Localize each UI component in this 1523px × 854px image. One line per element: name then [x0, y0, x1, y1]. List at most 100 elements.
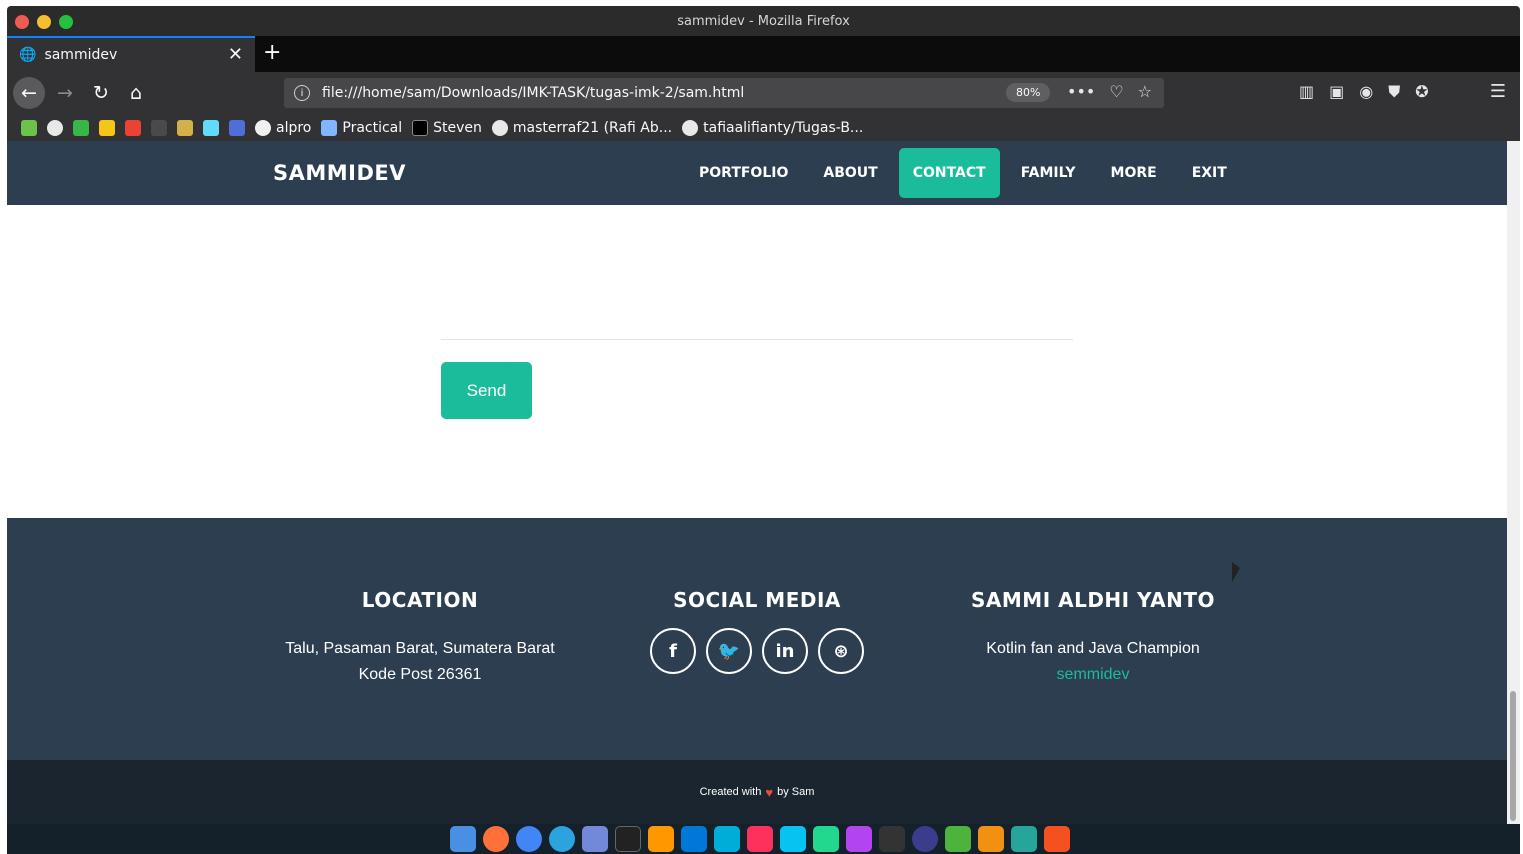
close-window-button[interactable] — [15, 15, 29, 29]
nav-contact[interactable]: CONTACT — [898, 148, 1000, 198]
finder-icon[interactable] — [450, 826, 476, 852]
bookmark-star-icon[interactable]: ☆ — [1138, 82, 1152, 101]
window-titlebar: sammidev - Mozilla Firefox — [7, 6, 1520, 36]
zoom-level-badge[interactable]: 80% — [1006, 83, 1051, 102]
copyright-suffix: by Sam — [777, 786, 815, 798]
footer-social: SOCIAL MEDIA f 🐦 in ⊛ — [592, 588, 922, 674]
window-frame — [0, 0, 7, 854]
nav-exit[interactable]: EXIT — [1178, 148, 1241, 198]
jetbrains-toolbox-icon[interactable] — [879, 826, 905, 852]
bookmark-item[interactable]: masterraf21 (Rafi Ab... — [491, 119, 672, 136]
info-icon[interactable]: i — [294, 85, 310, 101]
nav-about[interactable]: ABOUT — [809, 148, 891, 198]
intellij-icon[interactable] — [747, 826, 773, 852]
mongodb-icon[interactable] — [945, 826, 971, 852]
library-icon[interactable]: ▥ — [1299, 82, 1314, 102]
back-button[interactable]: ← — [13, 77, 45, 109]
heart-icon: ♥ — [765, 784, 774, 800]
reload-button[interactable]: ↻ — [87, 79, 115, 107]
footer-location-title: LOCATION — [361, 588, 479, 612]
extension-icon[interactable]: ✪ — [1415, 82, 1428, 102]
globe-icon: 🌐 — [19, 47, 37, 63]
page-scrollbar[interactable] — [1507, 141, 1520, 824]
footer-location: LOCATION Talu, Pasaman Barat, Sumatera B… — [255, 588, 585, 688]
footer-about-title: SAMMI ALDHI YANTO — [971, 588, 1215, 612]
dbeaver-icon[interactable] — [978, 826, 1004, 852]
dev-icon — [412, 119, 429, 136]
feather-icon — [321, 119, 338, 136]
window-title: sammidev - Mozilla Firefox — [677, 13, 850, 29]
mouse-cursor-icon — [1232, 562, 1240, 582]
firefox-icon[interactable] — [483, 826, 509, 852]
page-actions-icon[interactable]: ••• — [1067, 82, 1095, 101]
bookmark-leaf-icon[interactable] — [21, 119, 37, 136]
bookmark-hex-icon[interactable] — [203, 119, 219, 136]
scrollbar-thumb[interactable] — [1510, 691, 1516, 821]
forward-button[interactable]: → — [51, 79, 79, 107]
bookmark-infinity-icon[interactable] — [229, 119, 245, 136]
browser-toolbar: ← → ↻ ⌂ i file:///home/sam/Downloads/IMK… — [7, 72, 1520, 114]
bookmark-item[interactable]: alpro — [255, 119, 311, 136]
sublime-icon[interactable] — [648, 826, 674, 852]
bookmark-dw-icon[interactable] — [151, 119, 167, 136]
chrome-icon[interactable] — [516, 826, 542, 852]
datagrip-icon[interactable] — [813, 826, 839, 852]
ublock-icon[interactable]: ⛊ — [1388, 82, 1400, 102]
minimize-window-button[interactable] — [37, 15, 51, 29]
site-footer: LOCATION Talu, Pasaman Barat, Sumatera B… — [7, 518, 1507, 760]
nav-family[interactable]: FAMILY — [1007, 148, 1090, 198]
dribbble-icon[interactable]: ⊛ — [818, 628, 864, 674]
tab-sammidev[interactable]: 🌐 sammidev ✕ — [7, 36, 255, 72]
bookmarks-toolbar: alpro Practical Steven masterraf21 (Rafi… — [7, 114, 1520, 141]
nav-portfolio[interactable]: PORTFOLIO — [685, 148, 802, 198]
bookmark-item[interactable]: tafiaalifianty/Tugas-B... — [682, 119, 863, 136]
bookmark-gmail-icon[interactable] — [125, 119, 141, 136]
sidebar-icon[interactable]: ▣ — [1329, 82, 1344, 102]
tab-label: sammidev — [44, 47, 118, 63]
close-tab-icon[interactable]: ✕ — [228, 44, 243, 65]
footer-about: SAMMI ALDHI YANTO Kotlin fan and Java Ch… — [928, 588, 1258, 688]
url-text[interactable]: file:///home/sam/Downloads/IMK-TASK/tuga… — [322, 85, 744, 101]
twitter-icon[interactable]: 🐦 — [706, 628, 752, 674]
footer-social-title: SOCIAL MEDIA — [673, 588, 841, 612]
maximize-window-button[interactable] — [59, 15, 73, 29]
phpstorm-icon[interactable] — [846, 826, 872, 852]
footer-about-text: Kotlin fan and Java Champion — [986, 640, 1200, 657]
vscode-icon[interactable] — [681, 826, 707, 852]
home-button[interactable]: ⌂ — [122, 79, 150, 107]
copyright-bar: Created with ♥ by Sam — [7, 760, 1507, 824]
new-tab-button[interactable]: + — [263, 40, 281, 65]
site-navbar: SAMMIDEV PORTFOLIO ABOUT CONTACT FAMILY … — [7, 141, 1507, 205]
message-field-underline[interactable] — [441, 339, 1073, 340]
discord-icon[interactable] — [582, 826, 608, 852]
facebook-icon[interactable]: f — [650, 628, 696, 674]
send-button[interactable]: Send — [441, 362, 532, 419]
eclipse-icon[interactable] — [912, 826, 938, 852]
app-icon[interactable] — [1044, 826, 1070, 852]
bookmark-item[interactable]: Steven — [412, 119, 482, 136]
bookmark-github-icon[interactable] — [47, 119, 63, 136]
terminal-icon[interactable] — [615, 826, 641, 852]
linkedin-icon[interactable]: in — [762, 628, 808, 674]
site-brand[interactable]: SAMMIDEV — [273, 161, 406, 185]
footer-about-link[interactable]: semmidev — [1057, 666, 1130, 683]
bookmark-android-icon[interactable] — [73, 119, 89, 136]
account-icon[interactable]: ◉ — [1359, 82, 1373, 102]
github-icon — [255, 119, 271, 136]
bookmark-image-icon[interactable] — [99, 119, 115, 136]
files-icon[interactable] — [1011, 826, 1037, 852]
telegram-icon[interactable] — [549, 826, 575, 852]
pocket-icon[interactable]: ♡ — [1109, 82, 1123, 101]
github-icon — [682, 119, 699, 136]
desktop-dock — [450, 826, 1070, 852]
hamburger-menu-icon[interactable]: ☰ — [1490, 81, 1506, 102]
github-icon — [491, 119, 508, 136]
page-viewport: SAMMIDEV PORTFOLIO ABOUT CONTACT FAMILY … — [7, 141, 1507, 824]
goland-icon[interactable] — [714, 826, 740, 852]
bookmark-question-icon[interactable] — [177, 119, 193, 136]
site-nav-links: PORTFOLIO ABOUT CONTACT FAMILY MORE EXIT — [685, 148, 1248, 198]
url-bar[interactable]: i file:///home/sam/Downloads/IMK-TASK/tu… — [284, 78, 1164, 108]
nav-more[interactable]: MORE — [1097, 148, 1171, 198]
webstorm-icon[interactable] — [780, 826, 806, 852]
bookmark-item[interactable]: Practical — [321, 119, 402, 136]
